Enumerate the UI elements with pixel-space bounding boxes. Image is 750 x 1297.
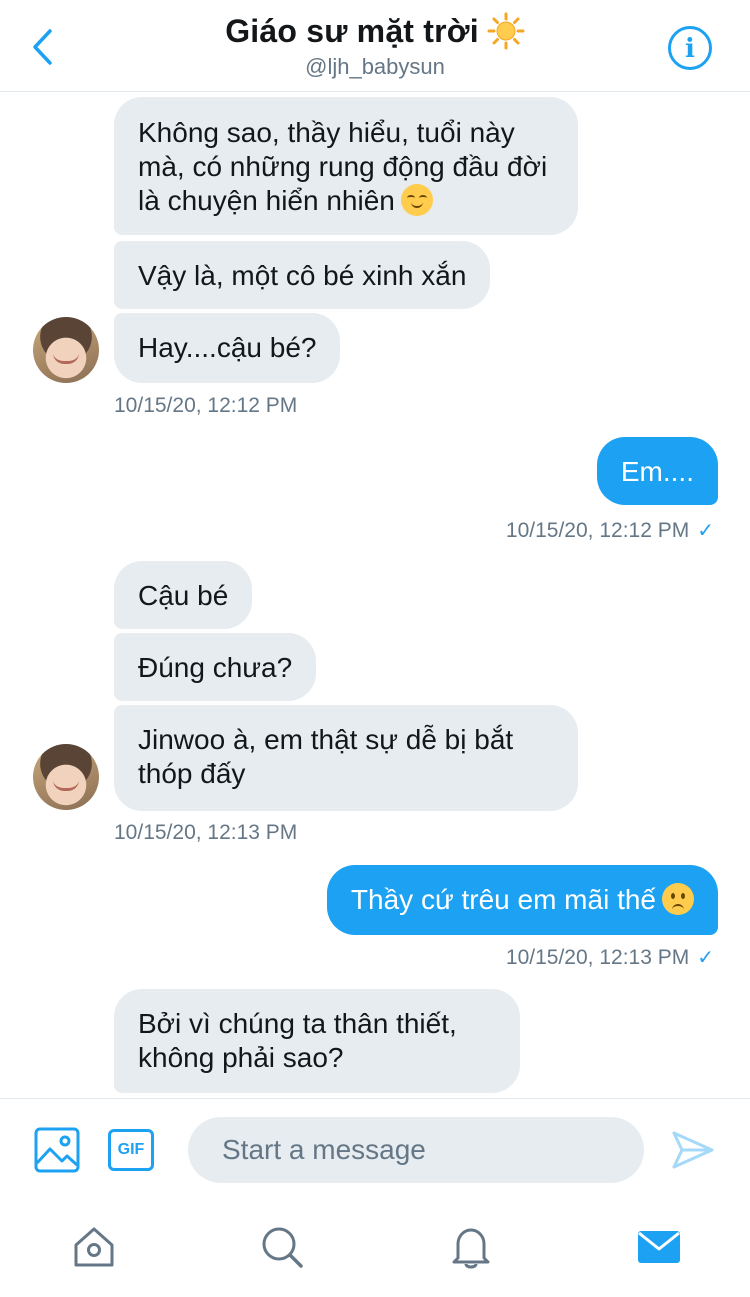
conversation-title-block[interactable]: Giáo sư mặt trời @ljh_babysun [0, 12, 750, 80]
message-text: Hay....cậu bé? [138, 332, 317, 363]
media-button[interactable] [34, 1127, 80, 1173]
read-check-icon: ✓ [697, 947, 714, 969]
incoming-message[interactable]: Jinwoo à, em thật sự dễ bị bắt thóp đấy [114, 705, 578, 811]
incoming-message[interactable]: Hay....cậu bé? [114, 313, 341, 383]
contact-handle: @ljh_babysun [305, 54, 445, 79]
message-text: Jinwoo à, em thật sự dễ bị bắt thóp đấy [138, 724, 514, 789]
message-text: Bởi vì chúng ta thân thiết, không phải s… [138, 1008, 457, 1073]
contact-avatar[interactable] [33, 317, 99, 383]
incoming-message[interactable]: Bởi vì chúng ta thân thiết, không phải s… [114, 989, 520, 1093]
tab-notifications[interactable] [446, 1222, 496, 1272]
relieved-face-emoji-icon [400, 184, 433, 216]
tab-messages[interactable] [634, 1222, 684, 1272]
image-icon [34, 1127, 80, 1173]
send-icon [672, 1131, 714, 1169]
bottom-tab-bar [0, 1202, 750, 1297]
message-text: Vậy là, một cô bé xinh xắn [138, 260, 467, 291]
message-text: Đúng chưa? [138, 652, 293, 683]
gif-button[interactable]: GIF [108, 1129, 154, 1171]
message-text: Em.... [620, 456, 694, 487]
gif-label: GIF [117, 1141, 145, 1158]
conversation-header: Giáo sư mặt trời @ljh_babysun i [0, 0, 750, 92]
message-input[interactable] [188, 1117, 644, 1183]
page-title: Giáo sư mặt trời [225, 12, 525, 50]
message-list[interactable]: Không sao, thầy hiểu, tuổi này mà, có nh… [0, 93, 750, 1098]
notifications-icon [452, 1228, 490, 1269]
messages-icon [638, 1231, 680, 1263]
sun-emoji-icon [487, 12, 525, 50]
frowning-face-emoji-icon [662, 883, 694, 915]
read-check-icon: ✓ [697, 520, 714, 542]
incoming-message[interactable]: Không sao, thầy hiểu, tuổi này mà, có nh… [114, 97, 578, 235]
outgoing-message[interactable]: Thầy cứ trêu em mãi thế [326, 865, 718, 935]
message-timestamp: 10/15/20, 12:12 PM [114, 394, 298, 417]
home-icon [74, 1227, 114, 1267]
message-text: Không sao, thầy hiểu, tuổi này mà, có nh… [138, 117, 548, 216]
incoming-message[interactable]: Cậu bé [114, 561, 253, 629]
message-text: Cậu bé [138, 580, 229, 611]
message-text: Thầy cứ trêu em mãi thế [350, 884, 656, 915]
send-button[interactable] [670, 1127, 716, 1173]
incoming-message[interactable]: Vậy là, một cô bé xinh xắn [114, 241, 491, 309]
outgoing-message[interactable]: Em.... [596, 437, 718, 505]
message-composer: GIF [0, 1098, 750, 1202]
contact-avatar[interactable] [33, 744, 99, 810]
info-button[interactable]: i [668, 26, 712, 70]
contact-name: Giáo sư mặt trời [225, 12, 479, 49]
timestamp-text: 10/15/20, 12:12 PM [505, 519, 690, 542]
incoming-message[interactable]: Đúng chưa? [114, 633, 317, 701]
search-icon [262, 1227, 303, 1268]
info-icon: i [685, 33, 695, 64]
tab-home[interactable] [69, 1222, 119, 1272]
timestamp-text: 10/15/20, 12:13 PM [505, 946, 690, 969]
message-timestamp: 10/15/20, 12:13 PM ✓ [506, 945, 714, 970]
message-timestamp: 10/15/20, 12:12 PM ✓ [506, 518, 714, 543]
tab-search[interactable] [257, 1222, 307, 1272]
message-timestamp: 10/15/20, 12:13 PM [114, 821, 298, 844]
